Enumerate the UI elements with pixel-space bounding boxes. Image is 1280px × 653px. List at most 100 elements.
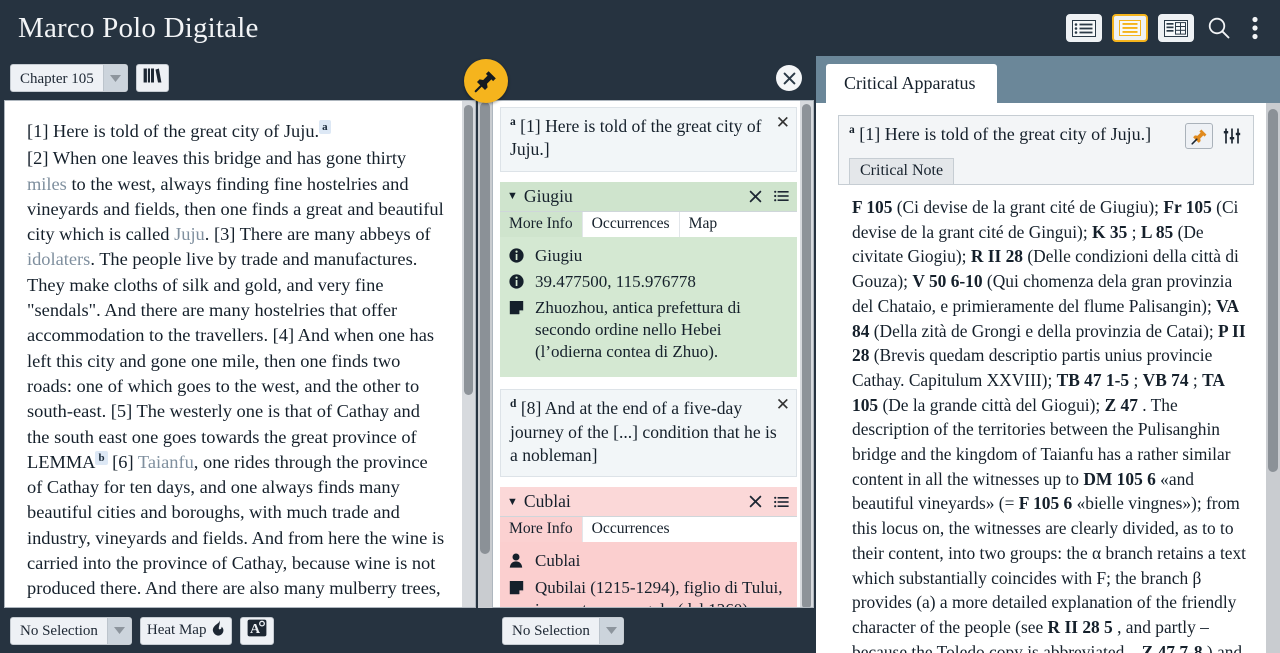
close-icon[interactable] [749,190,762,203]
left-panel-toolbar: Chapter 105 [0,56,478,100]
critical-note-siglum: L 85 [1140,221,1178,242]
paragraph-1: [1] Here is told of the great city of Ju… [27,119,445,144]
text-panel-outer-scrollbar[interactable] [478,98,492,608]
close-icon[interactable]: ✕ [776,114,790,131]
sliders-icon[interactable] [1219,123,1245,149]
entity-title: Cublai [523,491,571,512]
left-selection-label: No Selection [20,623,98,639]
chevron-down-icon [598,617,623,644]
note-icon [509,577,535,607]
critical-note-segment: ; [1131,221,1141,242]
lemma-marker: d [510,398,517,411]
heat-map-label: Heat Map [146,622,207,638]
annotation-panel-scrollbar[interactable] [800,101,813,607]
critical-apparatus-scrollbar[interactable] [1266,103,1280,653]
scrollbar-thumb[interactable] [1268,109,1278,472]
critical-note-siglum: V 50 6-10 [912,271,987,292]
scrollbar-thumb[interactable] [480,102,490,554]
entity-tab-more-info[interactable]: More Info [500,211,583,237]
left-panel-bottom-toolbar: No Selection Heat Map A [0,608,478,653]
footnote-marker-a[interactable]: a [319,119,331,134]
critical-note-siglum: DM 105 6 [1083,468,1161,489]
list-menu-icon[interactable] [774,190,789,202]
scrollbar-thumb[interactable] [802,104,811,607]
annotation-panel-top-bar [464,56,814,103]
two-column-view-icon[interactable] [1158,14,1194,42]
critical-note-segment: ; [1133,369,1143,390]
chevron-down-icon[interactable]: ▼ [507,496,518,508]
entity-tabs: More Info Occurrences Map [500,210,797,237]
p2-seg-5: [6] [107,451,138,472]
critical-lemma: a [1] Here is told of the great city of … [849,123,1177,145]
p2-seg-3: . [3] There are many abbeys of [204,224,431,245]
critical-note-siglum: Fr 105 [1163,197,1217,217]
annotation-cards-container[interactable]: a [1] Here is told of the great city of … [492,100,814,608]
entity-card-header[interactable]: ▼ Cublai [500,487,797,517]
tab-critical-apparatus[interactable]: Critical Apparatus [826,64,998,103]
text-panel: Chapter 105 [1] Here is told of the grea… [0,56,478,653]
entity-tab-more-info[interactable]: More Info [500,517,583,543]
info-icon [509,245,535,269]
link-miles[interactable]: miles [27,174,67,194]
books-icon [143,67,162,89]
list-menu-icon[interactable] [774,496,789,508]
header-toolbar [1066,13,1266,43]
heat-map-button[interactable]: Heat Map [139,616,233,645]
lemma-card[interactable]: a [1] Here is told of the great city of … [500,107,797,172]
entity-row: Zhuozhou, antica prefettura di secondo o… [509,297,787,363]
more-options-icon[interactable] [1244,13,1266,43]
link-taianfu[interactable]: Taianfu [138,452,194,472]
pin-icon[interactable] [464,59,508,103]
entity-body: Giugiu 39.477500, 115.976778 Zhuozhou, a… [500,236,797,378]
footnote-marker-b[interactable]: b [95,450,108,465]
critical-note-siglum: R II 28 5 [1047,616,1118,637]
person-icon [509,550,535,574]
critical-lemma-marker: a [849,124,855,136]
workspace: Chapter 105 [1] Here is told of the grea… [0,56,1280,653]
critical-note-segment: (Ci devise de la grant cité de Giugiu); [896,197,1164,217]
entity-tab-occurrences[interactable]: Occurrences [583,211,680,237]
entity-row: Cublai [509,550,787,574]
entity-row-text: Zhuozhou, antica prefettura di secondo o… [535,297,741,362]
left-selection-select[interactable]: No Selection [10,616,132,645]
lemma-marker: a [510,116,516,129]
library-button[interactable] [135,64,169,92]
critical-note-segment: ; [1192,369,1203,390]
entity-row-text: Cublai [535,551,581,571]
entity-card-giugiu: ▼ Giugiu More Info Occurrences Map Giugi… [500,181,797,378]
list-view-icon[interactable] [1066,14,1102,42]
link-juju[interactable]: Juju [174,224,205,244]
lemma-card[interactable]: d [8] And at the end of a five-day journ… [500,389,797,478]
flame-icon [211,620,225,641]
p2-seg-6: , one rides through the province of Cath… [27,451,445,607]
entity-card-header[interactable]: ▼ Giugiu [500,181,797,211]
text-panel-inner-scrollbar[interactable] [462,101,475,607]
entity-row-text: 39.477500, 115.976778 [535,271,696,291]
close-icon[interactable] [749,495,762,508]
critical-note-siglum: TB 47 1-5 [1056,369,1134,390]
pin-icon[interactable] [1185,123,1213,149]
entity-tab-map[interactable]: Map [680,212,727,237]
app-header: Marco Polo Digitale [0,0,1280,56]
annotation-selection-select[interactable]: No Selection [502,616,624,645]
critical-lemma-text: [1] Here is told of the great city of Ju… [859,124,1152,144]
chapter-text: [1] Here is told of the great city of Ju… [5,101,475,607]
search-icon[interactable] [1204,13,1234,43]
entity-row: Qubilai (1215-1294), figlio di Tului, im… [509,577,787,607]
chapter-text-container[interactable]: [1] Here is told of the great city of Ju… [4,100,476,608]
chevron-down-icon[interactable]: ▼ [507,190,518,202]
entity-tab-occurrences[interactable]: Occurrences [583,517,679,542]
font-size-button[interactable]: A [240,616,275,645]
chapter-select[interactable]: Chapter 105 [10,64,128,92]
single-column-view-icon[interactable] [1112,14,1148,42]
entity-tabs: More Info Occurrences [500,516,797,543]
entity-row-text: Qubilai (1215-1294), figlio di Tului, im… [535,577,783,607]
critical-note-segment: «bielle vingnes»); from this locus on, t… [852,493,1247,637]
scrollbar-thumb[interactable] [464,105,473,395]
close-icon[interactable] [776,65,802,91]
close-icon[interactable]: ✕ [776,396,790,413]
link-idolaters[interactable]: idolaters [27,249,90,269]
annotation-panel: a [1] Here is told of the great city of … [464,56,814,653]
tab-critical-note[interactable]: Critical Note [849,158,955,184]
critical-apparatus-body[interactable]: a [1] Here is told of the great city of … [816,103,1280,653]
